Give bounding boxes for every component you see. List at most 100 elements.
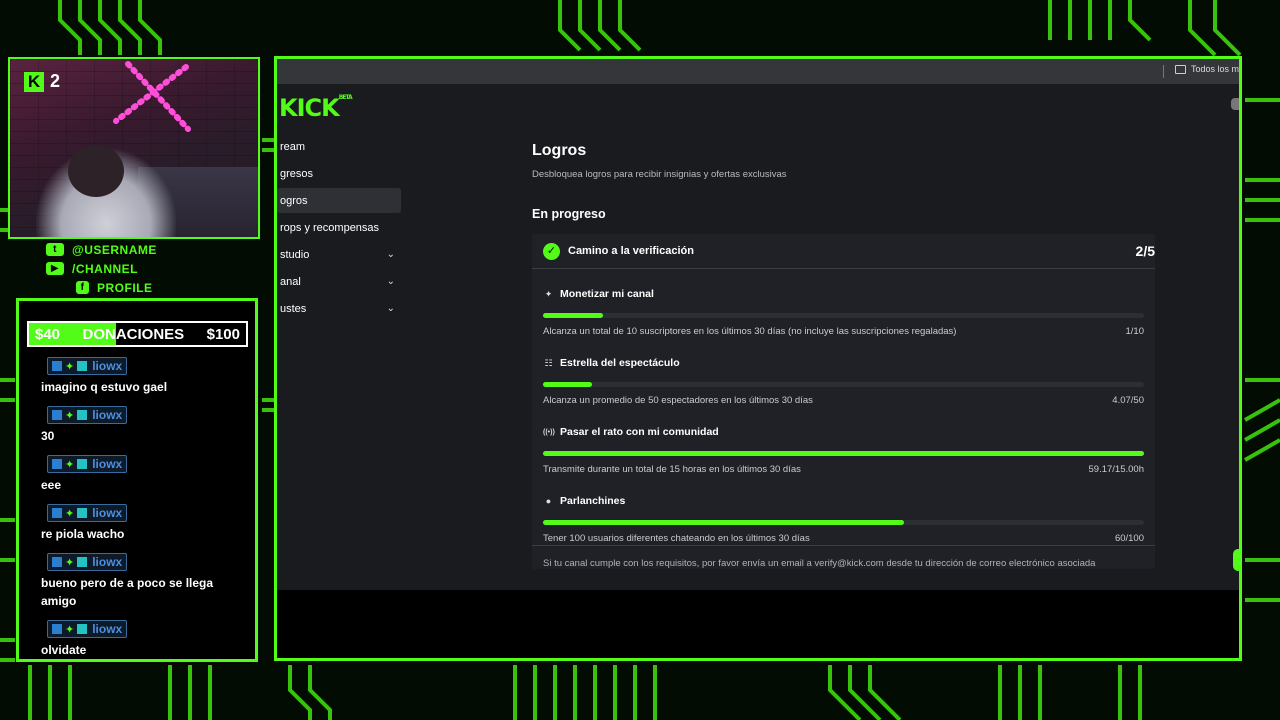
chat-bubble-icon: ● <box>545 496 552 506</box>
goal-description: Transmite durante un total de 15 horas e… <box>543 464 801 475</box>
folder-icon <box>1175 64 1186 74</box>
goal-title: Estrella del espectáculo <box>560 357 680 369</box>
goal-item: ✦ Monetizar mi canal Alcanza un total de … <box>532 269 1155 338</box>
webcam-feed: K 2 <box>8 57 260 239</box>
broadcast-icon: ((•)) <box>543 428 555 436</box>
user-badges: ✦ liowx <box>47 406 128 424</box>
bookmark-folder[interactable]: Todos los ma <box>1175 64 1242 74</box>
badge-icon <box>52 557 62 567</box>
page-title: Logros <box>532 142 587 159</box>
badge-icon <box>52 624 62 634</box>
chat-message: ✦ liowx eee <box>41 455 241 494</box>
chat-username: liowx <box>92 622 123 636</box>
goal-value: 60/100 <box>1114 533 1144 544</box>
chat-username: liowx <box>92 555 123 569</box>
kick-dashboard: KICKBETA ream gresos ogros rops y recomp… <box>277 84 1239 590</box>
star-icon: ✦ <box>65 556 75 569</box>
user-badges: ✦ liowx <box>47 357 128 375</box>
star-icon: ✦ <box>65 623 75 636</box>
goal-description: Alcanza un promedio de 50 espectadores e… <box>543 395 813 406</box>
social-links: t @USERNAME ▶ /CHANNEL f PROFILE <box>46 240 246 297</box>
youtube-icon: ▶ <box>46 262 64 275</box>
star-icon: ✦ <box>65 360 75 373</box>
sidebar-item-logros[interactable]: ogros <box>277 188 401 213</box>
social-twitter: t @USERNAME <box>46 240 246 259</box>
goal-item: ● Parlanchines Tener 100 usuarios diferen… <box>532 476 1155 545</box>
sidebar-item-drops[interactable]: rops y recompensas <box>277 215 401 240</box>
achievements-content: Logros Desbloquea logros para recibir in… <box>532 142 1157 569</box>
badge-icon <box>77 459 88 469</box>
kick-logo[interactable]: KICKBETA <box>279 94 353 122</box>
chevron-down-icon: ⌄ <box>386 276 395 287</box>
goal-description: Alcanza un total de 10 suscriptores en l… <box>543 326 957 337</box>
chat-text: 30 <box>41 429 55 443</box>
verified-check-icon: ✓ <box>543 242 560 260</box>
verification-card: ✓ Camino a la verificación 2/5 ✦ Monetiza… <box>532 234 1155 569</box>
badge-icon <box>52 508 62 518</box>
sidebar-item-stream[interactable]: ream <box>277 134 401 159</box>
sidebar-item-ingresos[interactable]: gresos <box>277 161 401 186</box>
goal-value: 4.07/50 <box>1112 395 1144 406</box>
chat-message: ✦ liowx re piola wacho <box>41 504 241 543</box>
badge-icon <box>77 624 88 634</box>
goal-value: 59.17/15.00h <box>1088 464 1144 475</box>
user-badges: ✦ liowx <box>47 504 128 522</box>
goal-progress-track <box>543 451 1144 456</box>
user-badges: ✦ liowx <box>47 553 128 571</box>
card-progress-count: 2/5 <box>1135 243 1155 259</box>
streamer-head <box>68 145 124 197</box>
donation-goal-bar: $40 DONACIONES $100 <box>27 321 248 347</box>
goal-item: ((•)) Pasar el rato con mi comunidad Tran… <box>532 407 1155 476</box>
badge-icon <box>52 459 62 469</box>
badge-icon <box>77 410 88 420</box>
chat-text: imagino q estuvo gael <box>41 380 168 394</box>
badge-icon <box>77 361 88 371</box>
badge-icon <box>52 361 62 371</box>
chat-text: eee <box>41 478 62 492</box>
verification-note: Si tu canal cumple con los requisitos, p… <box>532 545 1155 569</box>
star-icon: ✦ <box>65 409 75 422</box>
sidebar-item-estudio[interactable]: studio ⌄ <box>277 242 401 267</box>
chat-message: ✦ liowx imagino q estuvo gael <box>41 357 241 396</box>
sidebar-nav: ream gresos ogros rops y recompensas stu… <box>277 134 401 323</box>
chat-username: liowx <box>92 506 123 520</box>
bookmarks-bar: Todos los ma <box>277 59 1239 84</box>
badge-icon <box>52 410 62 420</box>
chat-text: olvidate <box>41 643 87 657</box>
chat-username: liowx <box>92 359 123 373</box>
chat-text: re piola wacho <box>41 527 125 541</box>
goal-title: Parlanchines <box>560 495 626 507</box>
chat-username: liowx <box>92 457 123 471</box>
section-title: En progreso <box>532 207 606 221</box>
chevron-down-icon: ⌄ <box>386 303 395 314</box>
viewer-badge: K 2 <box>24 71 60 92</box>
social-facebook: f PROFILE <box>46 278 246 297</box>
badge-icon <box>77 557 88 567</box>
goal-progress-track <box>543 520 1144 525</box>
facebook-icon: f <box>76 281 89 294</box>
chat-messages: ✦ liowx imagino q estuvo gael ✦ liowx 30 ✦… <box>41 357 241 669</box>
page-subtitle: Desbloquea logros para recibir insignias… <box>532 169 787 180</box>
donation-goal: $100 <box>206 325 240 343</box>
avatar[interactable] <box>1231 98 1239 110</box>
sidebar-item-canal[interactable]: anal ⌄ <box>277 269 401 294</box>
goal-title: Pasar el rato con mi comunidad <box>560 426 719 438</box>
sidebar-item-ajustes[interactable]: ustes ⌄ <box>277 296 401 321</box>
social-label: /CHANNEL <box>72 261 138 276</box>
badge-icon <box>77 508 88 518</box>
social-youtube: ▶ /CHANNEL <box>46 259 246 278</box>
chat-message: ✦ liowx olvidate <box>41 620 241 659</box>
chat-message: ✦ liowx 30 <box>41 406 241 445</box>
social-label: PROFILE <box>97 280 153 295</box>
kick-logo-icon: K <box>24 71 44 92</box>
user-badges: ✦ liowx <box>47 620 128 638</box>
chat-message: ✦ liowx bueno pero de a poco se llega ami… <box>41 553 241 610</box>
goal-progress-track <box>543 382 1144 387</box>
goal-progress-fill <box>543 382 592 387</box>
bookmark-label: Todos los ma <box>1191 64 1242 74</box>
viewer-count: 2 <box>50 71 61 91</box>
viewers-icon: ☷ <box>544 357 553 368</box>
chat-toggle-button[interactable] <box>1233 549 1239 571</box>
goal-value: 1/10 <box>1125 326 1145 337</box>
goal-progress-fill <box>543 451 1144 456</box>
